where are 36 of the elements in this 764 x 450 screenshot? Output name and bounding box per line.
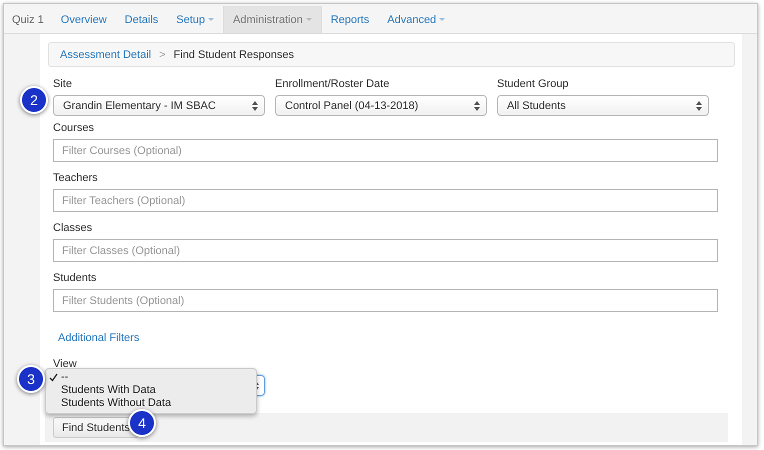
select-field[interactable]: Control Panel (04-13-2018) xyxy=(275,95,487,116)
field-label: Students xyxy=(53,272,98,285)
nav-tab[interactable]: Administration xyxy=(223,6,322,33)
additional-filters-link[interactable]: Additional Filters xyxy=(58,332,140,344)
breadcrumb-link[interactable]: Assessment Detail xyxy=(60,48,152,60)
updown-icon xyxy=(474,100,480,110)
filter-input[interactable]: Filter Courses (Optional) xyxy=(53,139,718,162)
select-field[interactable]: All Students xyxy=(497,95,709,116)
filter-input[interactable]: Filter Students (Optional) xyxy=(53,289,718,312)
nav-tab[interactable]: Reports xyxy=(322,6,378,33)
caret-icon xyxy=(306,18,312,21)
breadcrumb-current: Find Student Responses xyxy=(174,48,294,60)
nav-tab[interactable]: Setup xyxy=(167,6,224,33)
filter-input[interactable]: Filter Teachers (Optional) xyxy=(53,189,718,212)
field-label: Enrollment/Roster Date xyxy=(275,78,390,91)
find-students-button[interactable]: Find Students xyxy=(53,417,139,438)
field-label: Classes xyxy=(53,222,94,235)
caret-icon xyxy=(208,18,214,21)
nav-tab[interactable]: Details xyxy=(116,6,168,33)
nav-tab[interactable]: Advanced xyxy=(378,6,454,33)
field-label: View xyxy=(53,358,78,371)
breadcrumb-separator: > xyxy=(159,48,166,60)
dropdown-option[interactable]: -- xyxy=(46,371,256,384)
updown-icon xyxy=(252,100,258,110)
field-label: Courses xyxy=(53,122,95,135)
nav-tab[interactable]: Overview xyxy=(52,6,116,33)
field-label: Site xyxy=(53,78,73,91)
filter-input[interactable]: Filter Classes (Optional) xyxy=(53,239,718,262)
page-title: Quiz 1 xyxy=(11,12,45,28)
field-label: Teachers xyxy=(53,172,99,185)
dropdown-option[interactable]: Students With Data xyxy=(46,384,256,397)
dropdown-option[interactable]: Students Without Data xyxy=(46,397,256,410)
caret-icon xyxy=(439,18,446,21)
updown-icon xyxy=(696,100,702,110)
field-label: Student Group xyxy=(497,78,570,91)
select-field[interactable]: Grandin Elementary - IM SBAC xyxy=(53,95,265,116)
